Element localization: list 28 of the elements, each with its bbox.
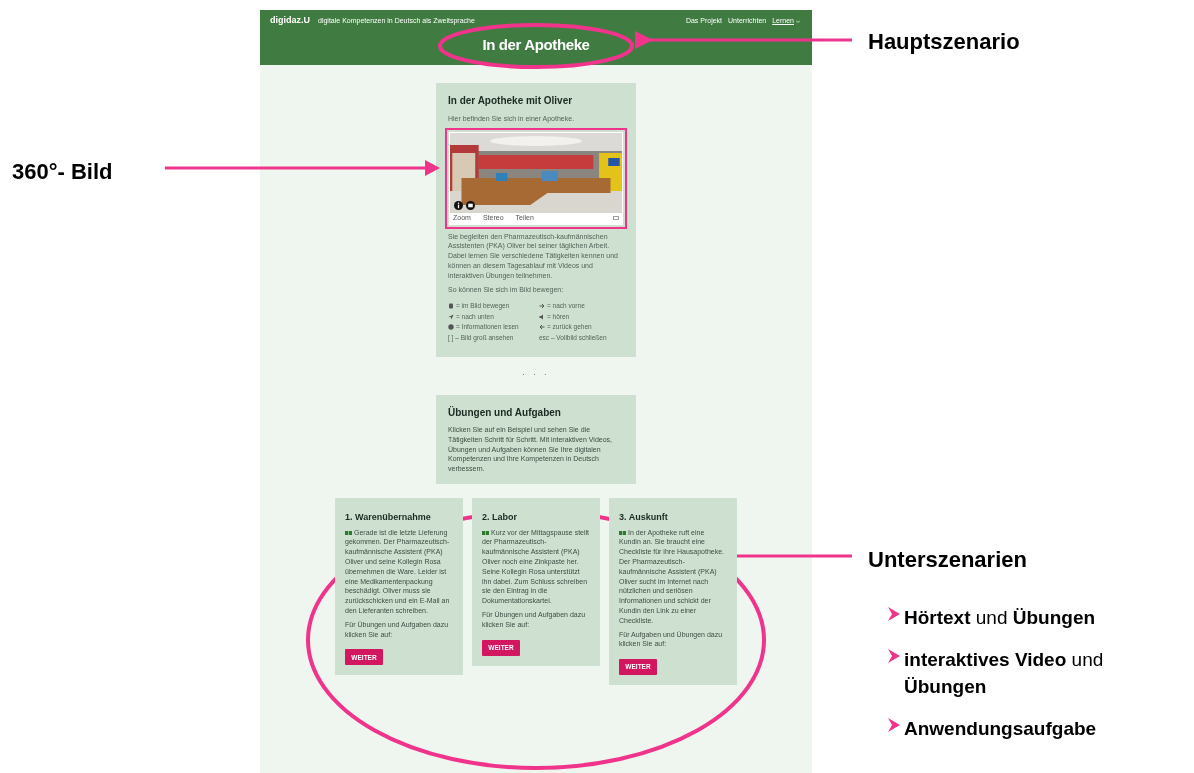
fullscreen-icon[interactable] (613, 216, 619, 220)
pointer-icon (448, 313, 454, 320)
page-title: In der Apotheke (482, 35, 590, 55)
bullet-text: Anwendungsaufgabe (904, 716, 1097, 741)
speaker-icon (539, 313, 545, 320)
left-arrow-icon (539, 324, 545, 331)
right-arrow-icon (539, 302, 545, 309)
logo[interactable]: digidaz.U (270, 14, 310, 28)
card-title: Übungen und Aufgaben (448, 405, 562, 420)
book-icon (345, 530, 352, 535)
arrowhead-bullet-icon (888, 648, 900, 663)
annotation-label: Hauptszenario (868, 28, 1020, 56)
card-title: 2. Labor (482, 511, 518, 524)
card-title: 3. Auskunft (619, 511, 669, 524)
bullet-text: interaktives Video und Übungen (904, 647, 1105, 700)
separator-dots: · · · (522, 369, 550, 381)
info-icon (448, 324, 454, 331)
book-icon (619, 530, 626, 535)
annotation-label: Unterszenarien (868, 546, 1027, 574)
arrowhead-bullet-icon (888, 607, 900, 621)
book-icon (482, 530, 489, 535)
arrowhead-bullet-icon (888, 717, 900, 732)
card-title: In der Apotheke mit Oliver (448, 94, 574, 108)
image-icon[interactable] (466, 200, 475, 210)
card-title: 1. Warenübernahme (345, 511, 432, 524)
info-icon[interactable] (454, 200, 463, 210)
bullet-text: Hörtext und Übungen (904, 606, 1096, 630)
annotation-label: 360°- Bild (12, 158, 113, 186)
